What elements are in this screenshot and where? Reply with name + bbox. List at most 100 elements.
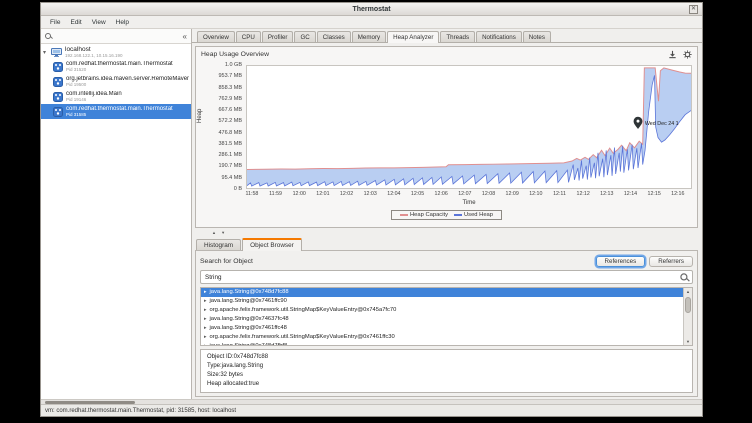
tree-item-host[interactable]: ▾ localhost 192.168.122.1, 10.15.16.190 [41, 44, 191, 59]
object-results-list: java.lang.String@0x748d7fc88 java.lang.S… [200, 287, 693, 346]
search-for-object-label: Search for Object [200, 258, 253, 265]
object-search-field[interactable] [200, 270, 693, 284]
references-button[interactable]: References [596, 256, 646, 267]
horizontal-scrollbar[interactable] [41, 399, 702, 404]
object-list-item[interactable]: org.apache.felix.framework.util.StringMa… [201, 332, 683, 341]
object-search-input[interactable] [205, 274, 681, 281]
tree-item-vm[interactable]: com.intellij.idea.Main Pid 19146 [41, 89, 191, 104]
y-tick-label: 381.5 MB [218, 141, 242, 147]
scrollbar-thumb[interactable] [685, 297, 691, 313]
vm-pid: Pid 31585 [66, 112, 173, 117]
scrollbar-thumb[interactable] [45, 401, 135, 405]
x-tick-label: 12:11 [553, 191, 566, 197]
collapse-sidebar-icon[interactable]: « [183, 32, 187, 41]
vm-tabstrip: OverviewCPUProfilerGCClassesMemoryHeap A… [192, 29, 702, 43]
map-pin-icon [634, 117, 643, 129]
y-axis-title: Heap [197, 109, 203, 123]
menu-item[interactable]: Help [111, 19, 134, 26]
tab[interactable]: Notifications [476, 31, 522, 42]
search-icon[interactable] [45, 33, 52, 40]
object-list-item[interactable]: java.lang.String@0x74637fc48 [201, 315, 683, 324]
list-scrollbar[interactable]: ▲ ▼ [683, 288, 692, 345]
host-name: localhost [65, 46, 123, 53]
tab[interactable]: Notes [523, 31, 551, 42]
x-tick-label: 12:00 [293, 191, 306, 197]
object-detail-line: Size:32 bytes [207, 371, 686, 380]
y-tick-label: 953.7 MB [218, 73, 242, 79]
heap-usage-panel: Heap Usage Overview He [195, 46, 698, 228]
object-details: Object ID:0x748d7fc88Type:java.lang.Stri… [200, 349, 693, 393]
x-tick-label: 12:10 [529, 191, 542, 197]
x-tick-label: 12:13 [600, 191, 613, 197]
tree-item-vm[interactable]: com.redhat.thermostat.main.Thermostat Pi… [41, 104, 191, 119]
vm-icon [53, 77, 63, 87]
vm-icon [53, 62, 63, 72]
tab[interactable]: Histogram [196, 239, 241, 250]
x-axis-labels: 11:5811:5912:0012:0112:0212:0312:0412:05… [246, 191, 692, 199]
y-tick-label: 0 B [234, 186, 242, 192]
menubar: FileEditViewHelp [41, 16, 702, 29]
y-tick-label: 667.6 MB [218, 107, 242, 113]
heap-chart: Wed Dec 24 1 [247, 66, 691, 188]
close-icon[interactable]: ✕ [689, 5, 698, 14]
y-tick-label: 572.2 MB [218, 118, 242, 124]
tab[interactable]: Threads [440, 31, 475, 42]
object-browser-panel: Search for Object References Referrers j… [195, 250, 698, 397]
x-tick-label: 12:14 [624, 191, 637, 197]
tree-item-vm[interactable]: org.jetbrains.idea.maven.server.RemoteMa… [41, 74, 191, 89]
svg-text:Wed Dec 24 1: Wed Dec 24 1 [645, 121, 679, 127]
object-list-item[interactable]: java.lang.String@0x7461ffc90 [201, 297, 683, 306]
titlebar[interactable]: Thermostat ✕ [41, 3, 702, 16]
object-list-item[interactable]: org.apache.felix.framework.util.StringMa… [201, 306, 683, 315]
x-axis-title: Time [246, 200, 692, 206]
object-detail-line: Heap allocated:true [207, 380, 686, 389]
expander-icon[interactable]: ▾ [43, 49, 51, 56]
tab[interactable]: GC [294, 31, 315, 42]
vm-icon [53, 107, 63, 117]
vm-pid: Pid 19500 [66, 82, 189, 87]
heap-chart-plot: Wed Dec 24 1 [246, 65, 692, 189]
tab[interactable]: Heap Analyzer [387, 31, 439, 43]
x-tick-label: 12:07 [458, 191, 471, 197]
tab[interactable]: Profiler [262, 31, 294, 42]
heap-overview-title: Heap Usage Overview [201, 51, 269, 58]
x-tick-label: 12:15 [648, 191, 661, 197]
tab[interactable]: Overview [197, 31, 235, 42]
x-tick-label: 11:58 [245, 191, 258, 197]
object-list-item[interactable]: java.lang.String@0x748d7fc88 [201, 288, 683, 297]
object-list-item[interactable]: java.lang.String@0x7461ffc48 [201, 324, 683, 333]
legend-line-swatch [400, 214, 408, 216]
tab[interactable]: Classes [317, 31, 351, 42]
pane-splitter[interactable]: ▲ ▼ [192, 228, 702, 236]
tree-item-vm[interactable]: com.redhat.thermostat.main.Thermostat Pi… [41, 59, 191, 74]
scroll-up-icon[interactable]: ▲ [684, 288, 692, 295]
splitter-grip-icon[interactable]: ▲ ▼ [212, 230, 227, 235]
search-icon[interactable] [680, 273, 688, 281]
object-detail-line: Object ID:0x748d7fc88 [207, 353, 686, 362]
y-tick-label: 1.0 GB [225, 62, 242, 68]
x-tick-label: 12:03 [364, 191, 377, 197]
sidebar-search-row: « [41, 29, 191, 44]
menu-item[interactable]: View [87, 19, 111, 26]
tab[interactable]: CPU [236, 31, 261, 42]
menu-item[interactable]: File [45, 19, 65, 26]
x-tick-label: 12:05 [411, 191, 424, 197]
status-text: vm: com.redhat.thermostat.main.Thermosta… [45, 408, 236, 414]
x-tick-label: 12:02 [340, 191, 353, 197]
scroll-down-icon[interactable]: ▼ [684, 338, 692, 345]
menu-item[interactable]: Edit [65, 19, 86, 26]
tab[interactable]: Memory [352, 31, 386, 42]
y-tick-label: 858.3 MB [218, 85, 242, 91]
heap-chart-area: Heap 1.0 GB953.7 MB858.3 MB762.9 MB667.6… [196, 63, 697, 227]
chart-legend: Heap Capacity Used Heap [196, 210, 697, 220]
heap-dump-tabstrip: HistogramObject Browser [192, 236, 702, 250]
gear-icon[interactable] [683, 50, 692, 59]
y-tick-label: 95.4 MB [222, 175, 242, 181]
download-icon[interactable] [668, 50, 677, 59]
legend-item: Used Heap [454, 212, 493, 218]
referrers-button[interactable]: Referrers [649, 256, 693, 267]
x-tick-label: 11:59 [269, 191, 282, 197]
host-addresses: 192.168.122.1, 10.15.16.190 [65, 53, 123, 58]
tab[interactable]: Object Browser [242, 238, 302, 251]
object-list-item[interactable]: java.lang.String@0x748d7fbf8 [201, 341, 683, 346]
